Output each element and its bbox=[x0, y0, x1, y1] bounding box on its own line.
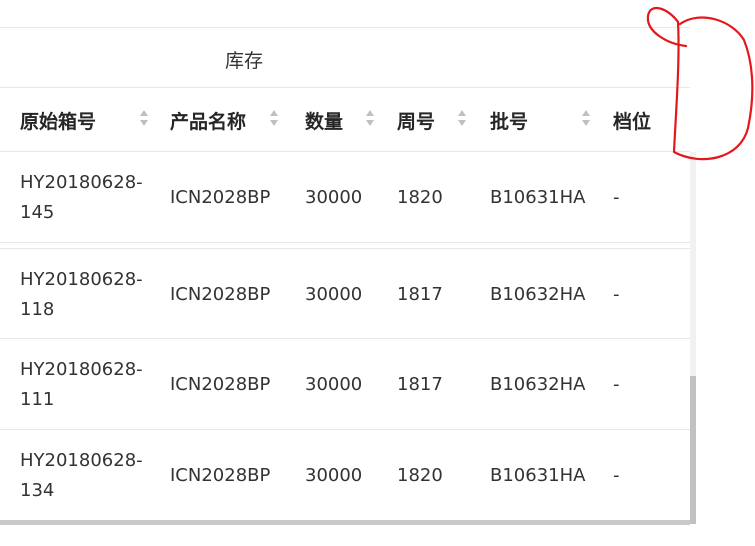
cell-box-id: HY20180628-145 bbox=[20, 171, 143, 223]
column-header-week[interactable]: 周号 bbox=[397, 89, 435, 151]
cell-grade: - bbox=[613, 464, 620, 486]
column-header-label: 产品名称 bbox=[170, 110, 247, 133]
red-circle-annotation bbox=[646, 6, 754, 161]
cell-quantity: 30000 bbox=[305, 464, 363, 486]
cell-batch: B10631HA bbox=[490, 464, 586, 486]
horizontal-scrollbar[interactable] bbox=[0, 520, 690, 525]
column-header-row: 原始箱号 产品名称 数量 周号 批号 档位 bbox=[0, 89, 690, 152]
column-header-label: 周号 bbox=[397, 110, 436, 133]
cell-quantity: 30000 bbox=[305, 283, 363, 305]
column-header-batch[interactable]: 批号 bbox=[490, 89, 528, 151]
table-body: HY20180628-145 ICN2028BP 30000 1820 B106… bbox=[0, 152, 690, 520]
cell-grade: - bbox=[613, 283, 620, 305]
group-header-label: 库存 bbox=[225, 50, 264, 72]
column-header-quantity[interactable]: 数量 bbox=[305, 89, 343, 151]
sort-icon[interactable] bbox=[270, 110, 278, 130]
sort-icon[interactable] bbox=[140, 110, 148, 130]
column-header-product-name[interactable]: 产品名称 bbox=[170, 89, 246, 151]
column-header-box-id[interactable]: 原始箱号 bbox=[20, 89, 96, 151]
cell-product-name: ICN2028BP bbox=[170, 186, 271, 208]
sort-icon[interactable] bbox=[582, 110, 590, 130]
cell-week: 1820 bbox=[397, 464, 443, 486]
table-row[interactable]: HY20180628-111 ICN2028BP 30000 1817 B106… bbox=[0, 339, 690, 430]
table-row[interactable]: HY20180628-134 ICN2028BP 30000 1820 B106… bbox=[0, 430, 690, 520]
cell-box-id: HY20180628-111 bbox=[20, 358, 143, 410]
cell-week: 1817 bbox=[397, 373, 443, 395]
column-header-label: 数量 bbox=[305, 110, 344, 133]
sort-icon[interactable] bbox=[458, 110, 466, 130]
cell-batch: B10632HA bbox=[490, 283, 586, 305]
cell-quantity: 30000 bbox=[305, 186, 363, 208]
cell-product-name: ICN2028BP bbox=[170, 283, 271, 305]
table-row[interactable]: HY20180628-118 ICN2028BP 30000 1817 B106… bbox=[0, 248, 690, 339]
cell-batch: B10631HA bbox=[490, 186, 586, 208]
cell-box-id: HY20180628-134 bbox=[20, 449, 143, 501]
cell-box-id: HY20180628-118 bbox=[20, 268, 143, 320]
cell-quantity: 30000 bbox=[305, 373, 363, 395]
table-row[interactable]: HY20180628-145 ICN2028BP 30000 1820 B106… bbox=[0, 152, 690, 243]
cell-batch: B10632HA bbox=[490, 373, 586, 395]
sort-icon[interactable] bbox=[366, 110, 374, 130]
column-header-label: 原始箱号 bbox=[20, 110, 97, 133]
cell-week: 1817 bbox=[397, 283, 443, 305]
cell-grade: - bbox=[613, 373, 620, 395]
cell-grade: - bbox=[613, 186, 620, 208]
vertical-scrollbar-thumb[interactable] bbox=[690, 376, 696, 524]
group-header-inventory: 库存 bbox=[0, 27, 690, 88]
inventory-table-screenshot: 库存 原始箱号 产品名称 数量 周号 批号 档位 HY20180628-145 … bbox=[0, 0, 755, 546]
cell-week: 1820 bbox=[397, 186, 443, 208]
cell-product-name: ICN2028BP bbox=[170, 373, 271, 395]
cell-product-name: ICN2028BP bbox=[170, 464, 271, 486]
column-header-label: 批号 bbox=[490, 110, 529, 133]
